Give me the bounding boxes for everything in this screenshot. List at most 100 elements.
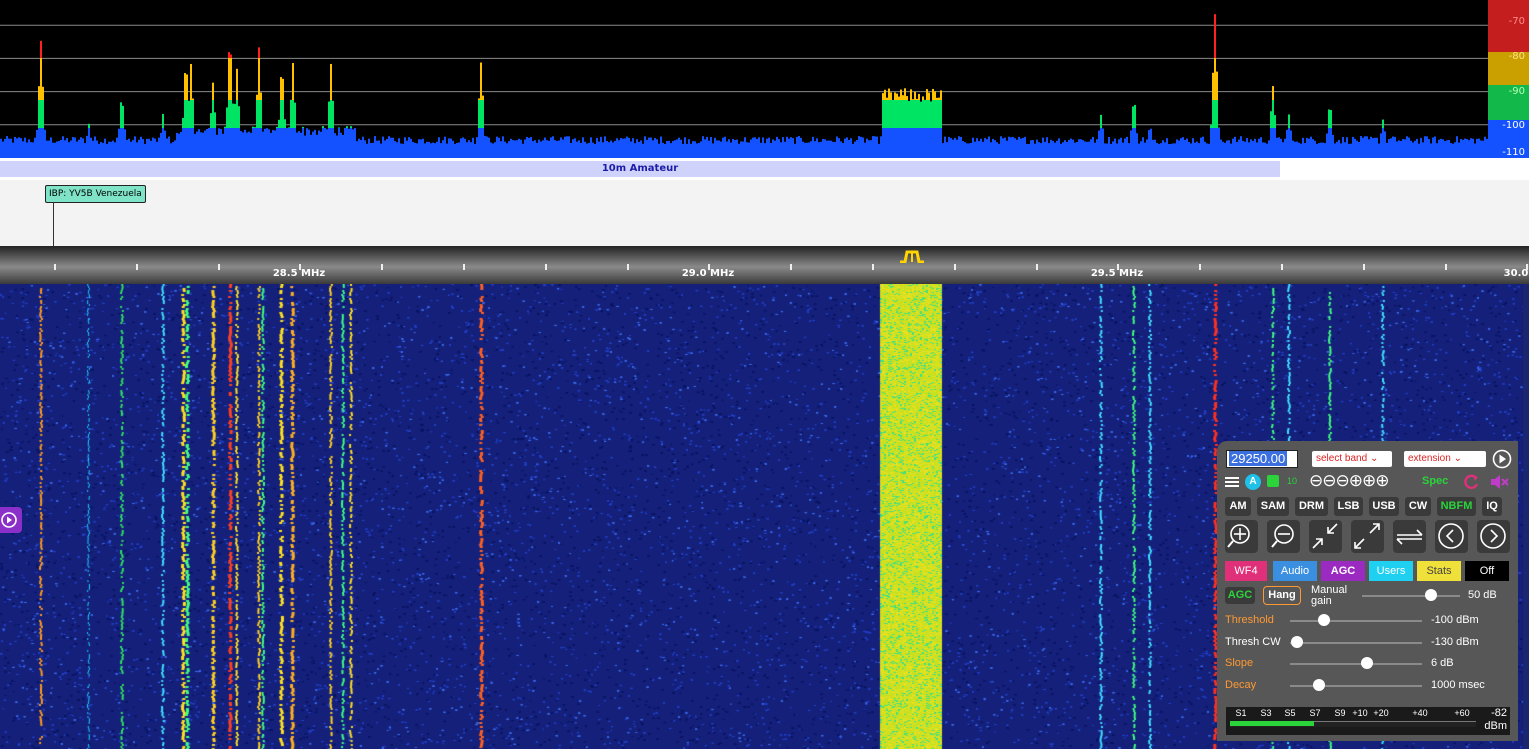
mode-usb-button[interactable]: USB	[1369, 497, 1399, 516]
thresh-cw-label: Thresh CW	[1225, 636, 1281, 648]
smeter-scale-label: +20	[1373, 708, 1389, 718]
ibp-station-tag[interactable]: IBP: YV5B Venezuela	[45, 185, 146, 203]
passband-marker-icon[interactable]	[898, 249, 926, 263]
chevron-left-circle-icon	[1438, 523, 1464, 549]
tab-agc[interactable]: AGC	[1321, 561, 1365, 581]
mode-sam-button[interactable]: SAM	[1257, 497, 1289, 516]
compress-arrows-icon	[1312, 523, 1338, 549]
spectrum-plot	[0, 14, 1488, 158]
scale-tick	[1199, 264, 1202, 270]
tab-stats[interactable]: Stats	[1417, 561, 1461, 581]
step-ten-label[interactable]: 10	[1287, 476, 1297, 486]
db-label: -80	[1508, 51, 1525, 62]
page-right-button[interactable]	[1477, 520, 1510, 553]
play-circle-icon[interactable]	[1492, 449, 1512, 469]
decay-slider[interactable]	[1313, 679, 1326, 691]
smeter-scale-label: S5	[1284, 708, 1296, 718]
scale-tick	[1117, 264, 1120, 270]
side-panel-toggle[interactable]	[0, 507, 22, 533]
scale-tick	[872, 264, 874, 270]
decay-label: Decay	[1225, 679, 1257, 691]
zoom-out-button[interactable]	[1267, 520, 1300, 553]
smeter-scale-label: +40	[1412, 708, 1428, 718]
scale-tick	[217, 264, 220, 270]
smeter-scale-label: +10	[1352, 708, 1368, 718]
chevron-down-icon: ⌄	[1369, 453, 1379, 464]
mode-drm-button[interactable]: DRM	[1295, 497, 1328, 516]
db-label: -110	[1502, 147, 1525, 158]
mode-nbfm-button[interactable]: NBFM	[1437, 497, 1476, 516]
scale-tick	[1281, 264, 1283, 270]
scale-tick	[708, 264, 711, 270]
decay-track[interactable]	[1290, 685, 1422, 687]
smeter-scale-label: +60	[1454, 708, 1470, 718]
mode-cw-button[interactable]: CW	[1405, 497, 1431, 516]
select-band-dropdown[interactable]: select band ⌄	[1312, 451, 1392, 467]
mode-iq-button[interactable]: IQ	[1482, 497, 1502, 516]
station-label-area: IBP: YV5B Venezuela	[0, 180, 1529, 246]
manual-gain-value: 50 dB	[1468, 589, 1497, 601]
threshold-track[interactable]	[1290, 620, 1422, 622]
smeter-bar	[1230, 721, 1314, 726]
spectrum-display[interactable]: -70 -80 -90 -100 -110	[0, 0, 1529, 158]
auto-badge[interactable]: A	[1245, 474, 1261, 490]
mode-am-button[interactable]: AM	[1225, 497, 1251, 516]
threshold-slider[interactable]	[1318, 614, 1331, 626]
thresh-cw-value: -130 dBm	[1431, 636, 1479, 648]
reload-icon[interactable]	[1462, 473, 1480, 491]
spec-toggle[interactable]: Spec	[1422, 475, 1448, 487]
slope-value: 6 dB	[1431, 657, 1454, 669]
hang-toggle[interactable]: Hang	[1263, 586, 1301, 605]
zoom-max-out-button[interactable]	[1351, 520, 1384, 553]
swap-button[interactable]	[1393, 520, 1426, 553]
smeter-scale-label: S7	[1309, 708, 1321, 718]
scale-tick	[1035, 264, 1038, 270]
s-meter: S1 S3 S5 S7 S9 +10 +20 +40 +60 -82 dBm	[1226, 707, 1510, 735]
scale-tick	[1444, 264, 1447, 270]
tab-audio[interactable]: Audio	[1273, 561, 1317, 581]
tab-users[interactable]: Users	[1369, 561, 1413, 581]
frequency-value: 29250.00	[1229, 451, 1288, 466]
chevron-down-icon: ⌄	[1453, 453, 1462, 464]
slope-slider[interactable]	[1360, 657, 1373, 669]
page-left-button[interactable]	[1435, 520, 1468, 553]
db-label: -70	[1508, 16, 1525, 27]
tab-wf[interactable]: WF4	[1225, 561, 1267, 581]
agc-toggle[interactable]: AGC	[1225, 587, 1255, 604]
frequency-scale[interactable]: 28.5 MHz 29.0 MHz 29.5 MHz 30.0	[0, 246, 1529, 284]
select-band-label: select band	[1316, 453, 1368, 464]
extension-label: extension	[1408, 453, 1451, 464]
zoom-to-band-button[interactable]	[1309, 520, 1342, 553]
manual-gain-label: Manual gain	[1311, 584, 1348, 607]
thresh-cw-track[interactable]	[1290, 642, 1422, 644]
zoom-in-icon	[1227, 524, 1250, 548]
threshold-value: -100 dBm	[1431, 614, 1479, 626]
mode-lsb-button[interactable]: LSB	[1334, 497, 1363, 516]
scale-tick	[1362, 264, 1365, 270]
expand-arrows-icon	[1354, 523, 1380, 549]
manual-gain-slider[interactable]	[1424, 589, 1437, 601]
edit-icon[interactable]	[1267, 475, 1279, 487]
zoom-step-icons[interactable]: ⊖⊖⊖⊕⊕⊕	[1309, 471, 1389, 491]
smeter-scale-label: S1	[1235, 708, 1247, 718]
scale-tick	[790, 264, 793, 270]
band-bar[interactable]: 10m Amateur	[0, 158, 1529, 180]
thresh-cw-slider[interactable]	[1290, 636, 1303, 648]
scale-tick	[299, 264, 302, 270]
scale-tick	[953, 264, 956, 270]
band-label[interactable]: 10m Amateur	[0, 161, 1280, 177]
slope-track[interactable]	[1290, 663, 1422, 665]
scale-tick	[626, 264, 629, 270]
zoom-in-button[interactable]	[1225, 520, 1258, 553]
mute-icon[interactable]	[1490, 474, 1510, 490]
decay-value: 1000 msec	[1431, 679, 1485, 691]
db-label: -90	[1508, 86, 1525, 97]
freq-label-30-0: 30.0	[1503, 268, 1529, 279]
menu-icon[interactable]	[1225, 475, 1239, 489]
tab-off[interactable]: Off	[1465, 561, 1509, 581]
frequency-input[interactable]: 29250.00	[1226, 450, 1298, 468]
manual-gain-track[interactable]	[1362, 595, 1460, 597]
db-label: -100	[1502, 120, 1525, 131]
extension-dropdown[interactable]: extension ⌄	[1404, 451, 1486, 467]
smeter-scale-label: S9	[1334, 708, 1346, 718]
